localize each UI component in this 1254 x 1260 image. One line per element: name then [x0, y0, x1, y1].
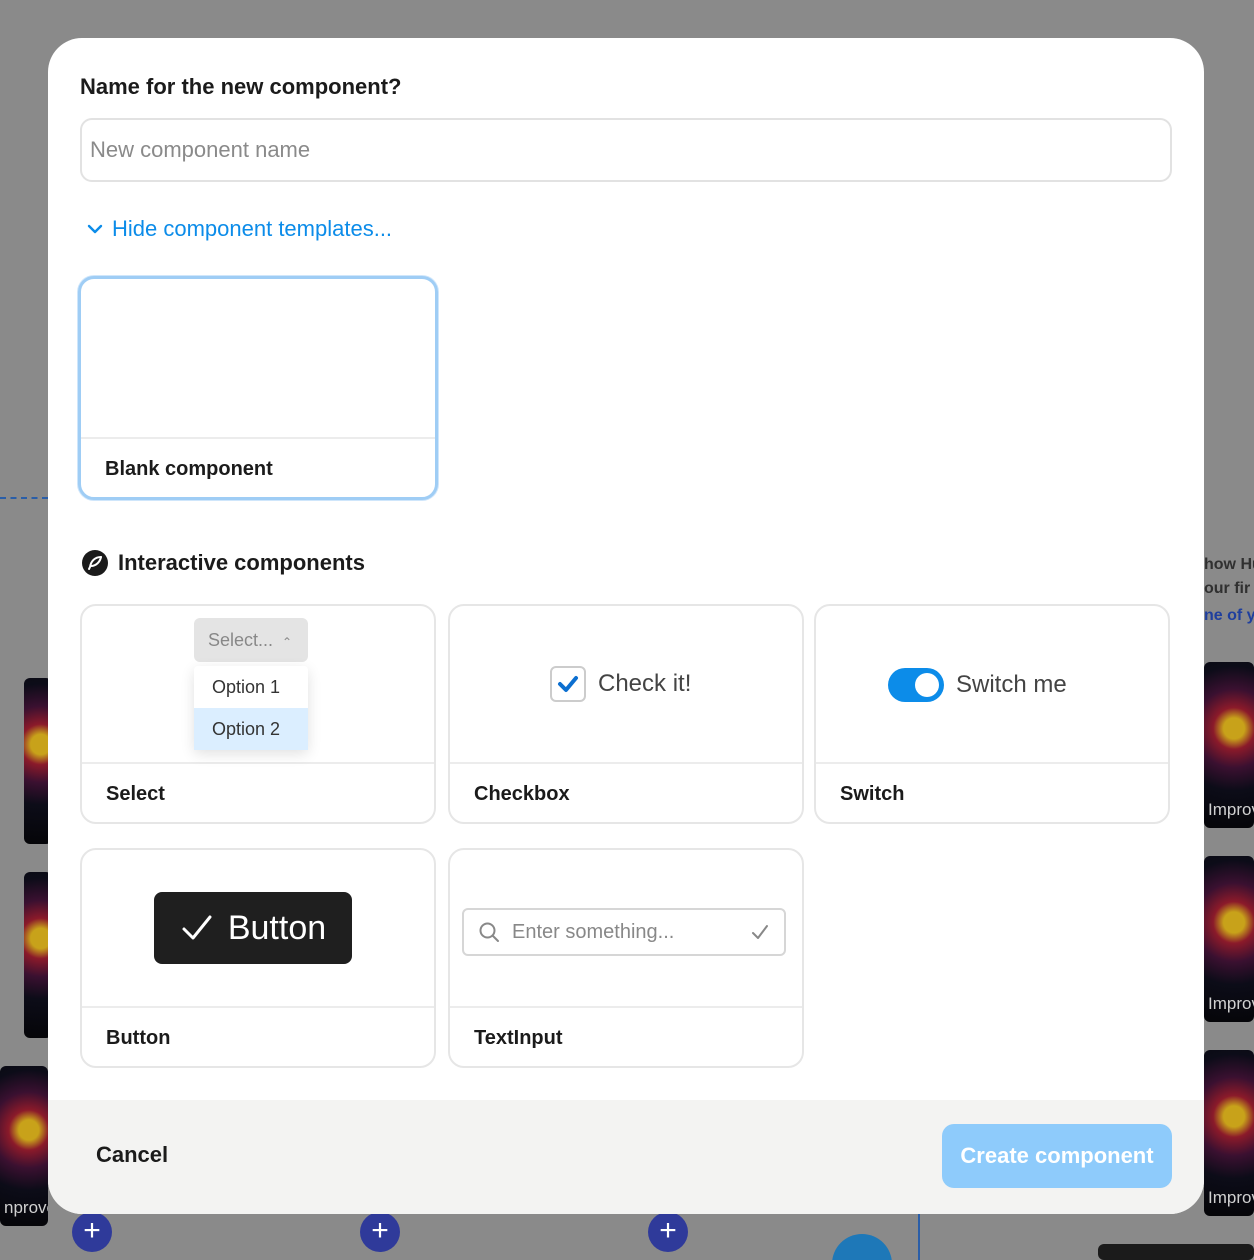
- component-name-input[interactable]: [80, 118, 1172, 182]
- section-title: Interactive components: [118, 550, 365, 575]
- background-thumbnail-label: Improv: [1208, 994, 1254, 1013]
- template-title: Checkbox: [474, 783, 570, 805]
- background-add-button: +: [72, 1212, 112, 1252]
- template-card-button[interactable]: Button Button: [80, 848, 436, 1068]
- create-component-button[interactable]: Create component: [942, 1124, 1172, 1188]
- demo-button-label: Button: [227, 908, 327, 947]
- demo-select-option: Option 2: [194, 708, 308, 750]
- checkmark-icon: [550, 666, 586, 702]
- background-circle-button: [832, 1234, 892, 1260]
- template-title: Select: [106, 783, 165, 805]
- demo-select-option: Option 1: [212, 677, 281, 697]
- demo-button: Button: [154, 892, 352, 964]
- background-thumbnail: Improv: [1204, 662, 1254, 828]
- background-dashed-line: [0, 497, 48, 499]
- interactive-components-heading: Interactive components: [82, 550, 365, 576]
- new-component-dialog: Name for the new component? Hide compone…: [48, 38, 1204, 1214]
- chevron-up-icon: ⌃: [282, 635, 293, 649]
- hide-templates-toggle[interactable]: Hide component templates...: [86, 216, 392, 242]
- template-card-blank[interactable]: Blank component: [78, 276, 438, 500]
- template-title: Blank component: [105, 458, 273, 480]
- background-connector: [918, 1214, 920, 1260]
- template-preview: Check it!: [450, 606, 802, 764]
- demo-select-menu: Option 1 Option 2: [194, 666, 308, 750]
- search-icon: [479, 922, 499, 942]
- dialog-question: Name for the new component?: [80, 74, 402, 99]
- checkmark-icon: [182, 915, 212, 940]
- template-card-select[interactable]: Select... ⌃ Option 1 Option 2 Select: [80, 604, 436, 824]
- template-preview: [81, 279, 435, 439]
- background-add-button: +: [360, 1212, 400, 1252]
- demo-select-text: Select...: [208, 630, 274, 650]
- background-thumbnail: Improv: [1204, 856, 1254, 1022]
- template-card-switch[interactable]: Switch me Switch: [814, 604, 1170, 824]
- toggle-switch-icon: [888, 668, 944, 702]
- template-title: TextInput: [474, 1027, 563, 1049]
- demo-text-input-placeholder: Enter something...: [512, 920, 675, 943]
- background-thumbnail-label: Improv: [1208, 800, 1254, 819]
- template-preview: Switch me: [816, 606, 1168, 764]
- background-text: our fir: [1204, 580, 1251, 597]
- hide-templates-label: Hide component templates...: [112, 216, 393, 241]
- background-thumbnail: Improv: [1204, 1050, 1254, 1216]
- background-thumbnail: nprovem: [0, 1066, 48, 1226]
- background-text: how Hu: [1204, 556, 1254, 573]
- template-card-textinput[interactable]: Enter something... TextInput: [448, 848, 804, 1068]
- cancel-button[interactable]: Cancel: [96, 1142, 168, 1168]
- demo-text-input: Enter something...: [462, 908, 786, 956]
- demo-select-button: Select... ⌃: [194, 618, 308, 662]
- background-thumbnail-label: nprovem: [4, 1198, 48, 1217]
- template-card-checkbox[interactable]: Check it! Checkbox: [448, 604, 804, 824]
- template-preview: Enter something...: [450, 850, 802, 1008]
- template-title: Button: [106, 1027, 171, 1049]
- background-link: ne of y: [1204, 607, 1254, 624]
- demo-checkbox-label: Check it!: [598, 670, 692, 697]
- background-thumbnail-label: Improv: [1208, 1188, 1254, 1207]
- demo-checkbox: Check it!: [550, 666, 691, 702]
- background-add-button: +: [648, 1212, 688, 1252]
- feather-icon: [82, 550, 108, 576]
- chevron-down-icon: [87, 224, 103, 234]
- demo-switch: Switch me: [888, 668, 1067, 702]
- checkmark-icon: [752, 925, 768, 939]
- template-preview: Button: [82, 850, 434, 1008]
- background-card: [1098, 1244, 1254, 1260]
- template-title: Switch: [840, 783, 905, 805]
- demo-switch-label: Switch me: [956, 671, 1067, 698]
- dialog-footer: Cancel Create component: [48, 1100, 1204, 1214]
